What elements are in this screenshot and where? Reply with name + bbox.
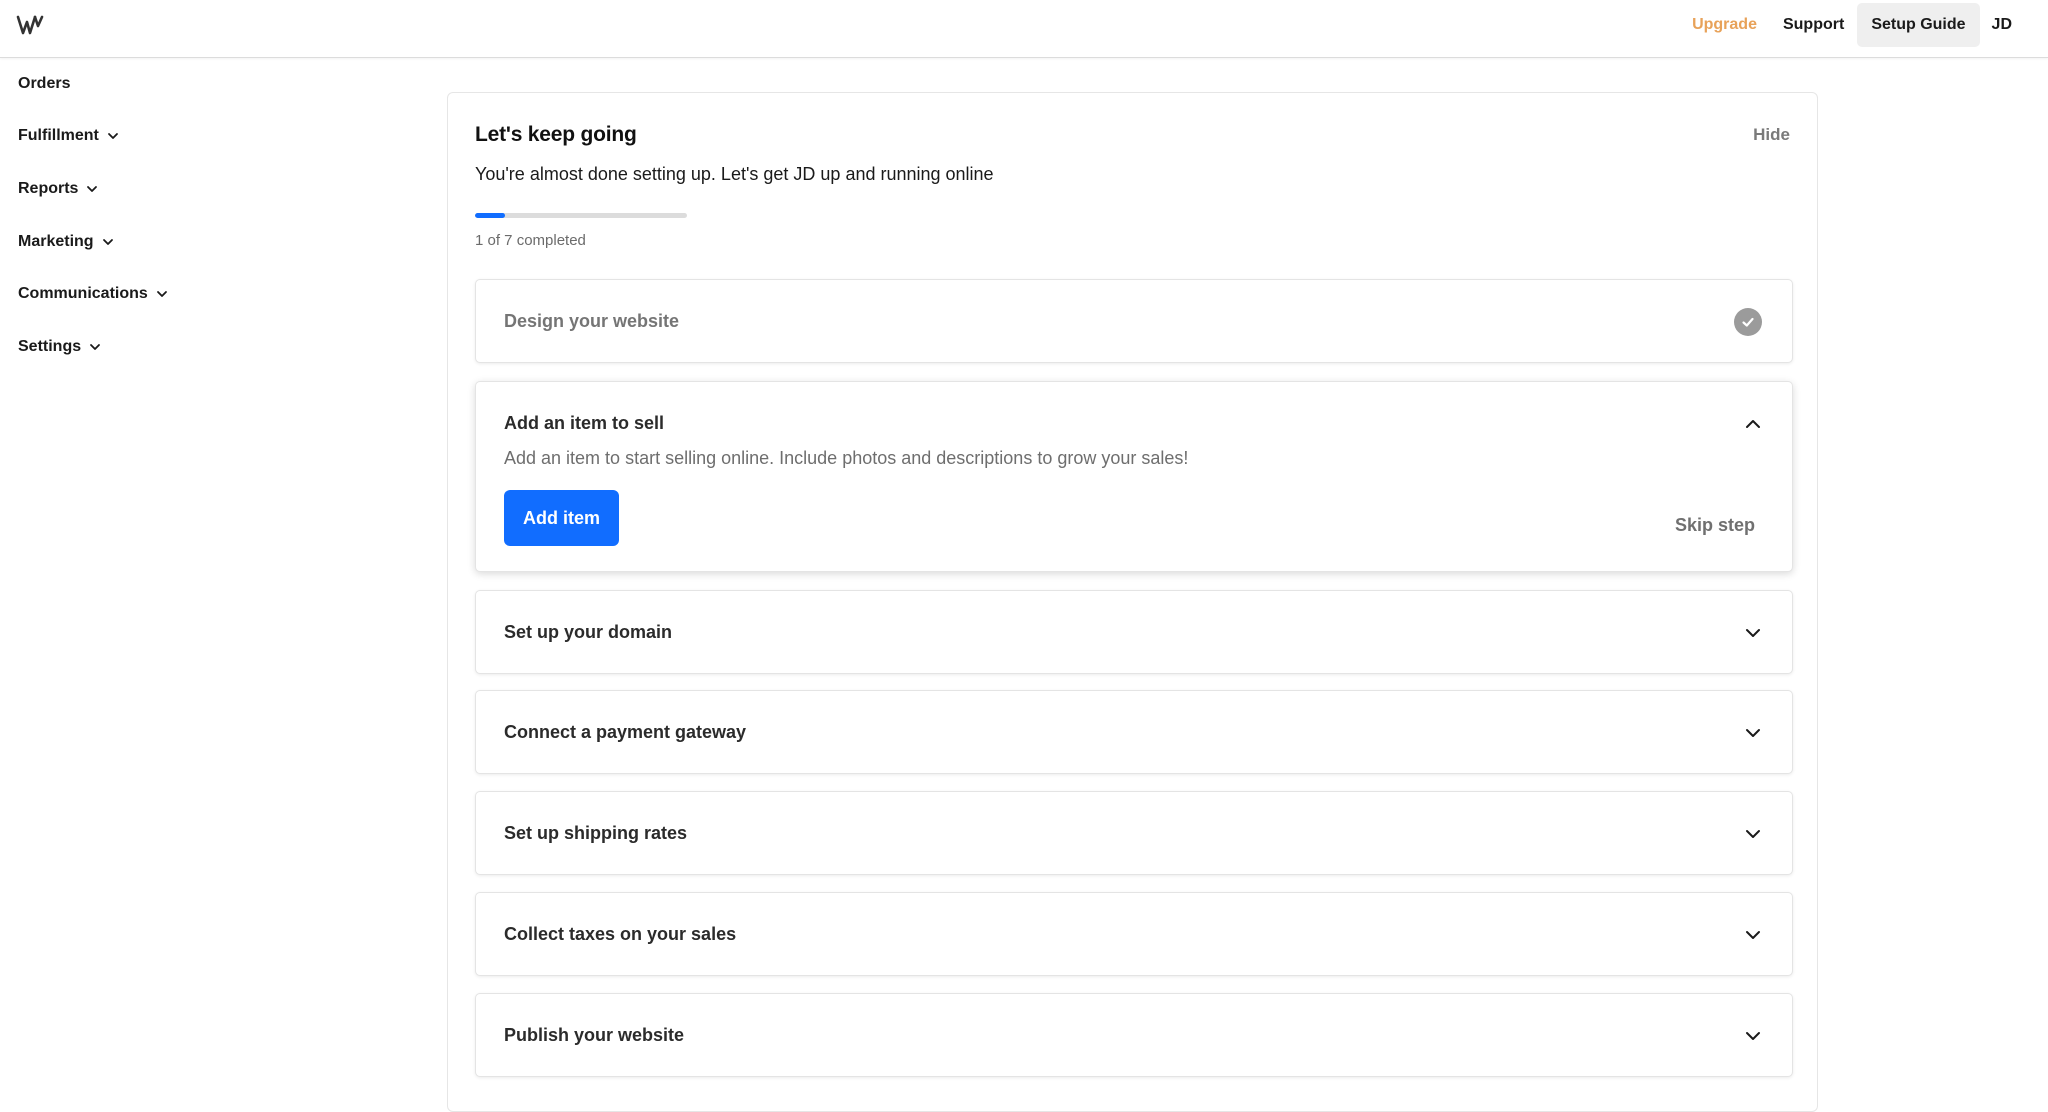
checkmark-circle-icon [1734,308,1762,336]
step-collect-taxes[interactable]: Collect taxes on your sales [475,892,1793,976]
sidebar-item-communications[interactable]: Communications [18,285,168,303]
sidebar-item-orders[interactable]: Orders [18,75,70,93]
step-title: Add an item to sell [504,413,665,433]
top-nav: Upgrade Support Setup Guide JD [1679,3,2048,47]
step-title: Collect taxes on your sales [504,924,737,944]
sidebar-item-label: Reports [18,180,79,197]
sidebar-item-label: Fulfillment [18,127,99,144]
chevron-down-icon [102,239,113,245]
setup-guide-card: Let's keep going Hide You're almost done… [447,92,1818,1112]
sidebar-item-label: Orders [18,75,71,92]
chevron-down-icon [87,186,98,192]
skip-step-button[interactable]: Skip step [1675,515,1755,536]
setup-guide-title: Let's keep going [475,123,637,146]
sidebar-item-label: Communications [18,285,148,302]
sidebar-item-fulfillment[interactable]: Fulfillment [18,127,119,145]
chevron-up-icon[interactable] [1744,415,1762,433]
step-title: Publish your website [504,1025,685,1045]
top-bar: Upgrade Support Setup Guide JD [0,0,2048,58]
step-add-item: Add an item to sell Add an item to start… [475,381,1793,572]
step-publish-website[interactable]: Publish your website [475,993,1793,1077]
step-title: Connect a payment gateway [504,722,747,742]
wix-w-logo-icon[interactable] [16,14,44,36]
chevron-down-icon [1746,1032,1760,1040]
step-set-up-domain[interactable]: Set up your domain [475,590,1793,674]
add-item-button[interactable]: Add item [504,490,619,546]
chevron-down-icon [1746,931,1760,939]
chevron-down-icon [107,133,118,139]
sidebar-item-reports[interactable]: Reports [18,180,98,198]
setup-guide-subtitle: You're almost done setting up. Let's get… [475,164,994,184]
avatar[interactable]: JD [1980,3,2048,47]
step-title: Set up your domain [504,622,673,642]
upgrade-link[interactable]: Upgrade [1679,3,1770,47]
chevron-down-icon [1746,729,1760,737]
hide-button[interactable]: Hide [1753,125,1790,145]
step-title: Set up shipping rates [504,823,688,843]
progress-bar-fill [475,213,505,218]
chevron-down-icon [90,344,101,350]
support-link[interactable]: Support [1770,3,1857,47]
sidebar-item-settings[interactable]: Settings [18,338,101,356]
progress-bar [475,213,687,218]
chevron-down-icon [156,291,167,297]
chevron-down-icon [1746,830,1760,838]
chevron-down-icon [1746,629,1760,637]
step-shipping-rates[interactable]: Set up shipping rates [475,791,1793,875]
step-design-website[interactable]: Design your website [475,279,1793,363]
sidebar-item-label: Settings [18,338,82,355]
sidebar-item-label: Marketing [18,233,94,250]
step-title: Design your website [504,311,680,331]
progress-text: 1 of 7 completed [475,232,586,249]
setup-guide-link[interactable]: Setup Guide [1857,3,1980,47]
step-connect-payment[interactable]: Connect a payment gateway [475,690,1793,774]
step-description: Add an item to start selling online. Inc… [504,448,1189,468]
sidebar-item-marketing[interactable]: Marketing [18,233,114,251]
